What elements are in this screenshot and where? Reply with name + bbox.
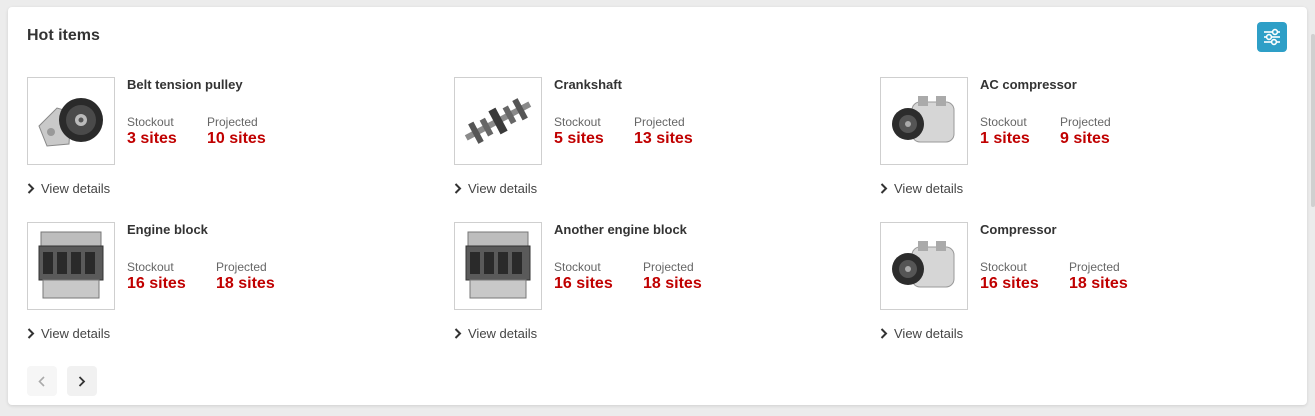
projected-value: 13 sites [634, 130, 693, 147]
item-card: Crankshaft Stockout 5 sites Projected 13… [454, 77, 854, 207]
item-name: Crankshaft [554, 77, 622, 92]
stockout-stat: Stockout 16 sites [554, 260, 613, 293]
stockout-stat: Stockout 1 sites [980, 115, 1030, 148]
chevron-right-icon [454, 328, 462, 339]
filter-settings-button[interactable] [1257, 22, 1287, 52]
projected-stat: Projected 10 sites [207, 115, 266, 148]
view-details-link[interactable]: View details [27, 326, 110, 341]
stockout-value: 3 sites [127, 130, 177, 147]
stockout-value: 5 sites [554, 130, 604, 147]
stockout-label: Stockout [554, 260, 601, 274]
item-name: AC compressor [980, 77, 1077, 92]
stockout-label: Stockout [980, 260, 1027, 274]
projected-value: 18 sites [216, 275, 275, 292]
stockout-label: Stockout [127, 115, 174, 129]
card-title: Hot items [27, 27, 100, 44]
item-card: AC compressor Stockout 1 sites Projected… [880, 77, 1280, 207]
projected-label: Projected [1069, 260, 1120, 274]
stockout-stat: Stockout 16 sites [980, 260, 1039, 293]
projected-value: 10 sites [207, 130, 266, 147]
stockout-value: 16 sites [127, 275, 186, 292]
projected-stat: Projected 13 sites [634, 115, 693, 148]
stockout-label: Stockout [554, 115, 601, 129]
view-details-link[interactable]: View details [27, 181, 110, 196]
stockout-stat: Stockout 16 sites [127, 260, 186, 293]
stockout-value: 16 sites [554, 275, 613, 292]
crankshaft-image [464, 98, 532, 144]
stockout-value: 16 sites [980, 275, 1039, 292]
pulley-image [38, 98, 103, 147]
chevron-right-icon [27, 328, 35, 339]
projected-label: Projected [207, 115, 258, 129]
item-card: Engine block Stockout 16 sites Projected… [27, 222, 427, 352]
chevron-right-icon [880, 183, 888, 194]
stockout-stat: Stockout 5 sites [554, 115, 604, 148]
stockout-label: Stockout [980, 115, 1027, 129]
projected-stat: Projected 18 sites [216, 260, 275, 293]
item-thumbnail[interactable] [880, 222, 968, 310]
engine-block-image [38, 231, 104, 299]
projected-stat: Projected 18 sites [643, 260, 702, 293]
next-page-button[interactable] [67, 366, 97, 396]
view-details-link[interactable]: View details [454, 181, 537, 196]
stockout-stat: Stockout 3 sites [127, 115, 177, 148]
item-thumbnail[interactable] [454, 77, 542, 165]
scrollbar[interactable] [1311, 34, 1315, 207]
item-name: Belt tension pulley [127, 77, 243, 92]
chevron-right-icon [78, 375, 86, 387]
item-thumbnail[interactable] [880, 77, 968, 165]
projected-label: Projected [634, 115, 685, 129]
stockout-label: Stockout [127, 260, 174, 274]
item-name: Compressor [980, 222, 1057, 237]
view-details-label: View details [894, 181, 964, 196]
item-card: Compressor Stockout 16 sites Projected 1… [880, 222, 1280, 352]
projected-label: Projected [216, 260, 267, 274]
item-card: Belt tension pulley Stockout 3 sites Pro… [27, 77, 427, 207]
item-card: Another engine block Stockout 16 sites P… [454, 222, 854, 352]
item-name: Engine block [127, 222, 208, 237]
view-details-label: View details [41, 181, 111, 196]
stockout-value: 1 sites [980, 130, 1030, 147]
chevron-left-icon [38, 375, 45, 387]
projected-value: 9 sites [1060, 130, 1110, 147]
compressor-image [892, 241, 955, 288]
item-thumbnail[interactable] [27, 77, 115, 165]
chevron-right-icon [454, 183, 462, 194]
view-details-label: View details [468, 326, 538, 341]
hot-items-card: Hot items Belt tension pulley Stockout 3… [8, 7, 1315, 405]
item-name: Another engine block [554, 222, 687, 237]
projected-label: Projected [643, 260, 694, 274]
projected-label: Projected [1060, 115, 1111, 129]
view-details-link[interactable]: View details [454, 326, 537, 341]
projected-stat: Projected 9 sites [1060, 115, 1111, 148]
chevron-right-icon [880, 328, 888, 339]
compressor-image [892, 96, 955, 143]
view-details-label: View details [468, 181, 538, 196]
engine-block-image [465, 231, 531, 299]
item-thumbnail[interactable] [27, 222, 115, 310]
projected-stat: Projected 18 sites [1069, 260, 1128, 293]
view-details-link[interactable]: View details [880, 326, 963, 341]
view-details-label: View details [894, 326, 964, 341]
projected-value: 18 sites [643, 275, 702, 292]
sliders-icon [1264, 28, 1280, 46]
chevron-right-icon [27, 183, 35, 194]
view-details-label: View details [41, 326, 111, 341]
prev-page-button[interactable] [27, 366, 57, 396]
projected-value: 18 sites [1069, 275, 1128, 292]
item-thumbnail[interactable] [454, 222, 542, 310]
view-details-link[interactable]: View details [880, 181, 963, 196]
